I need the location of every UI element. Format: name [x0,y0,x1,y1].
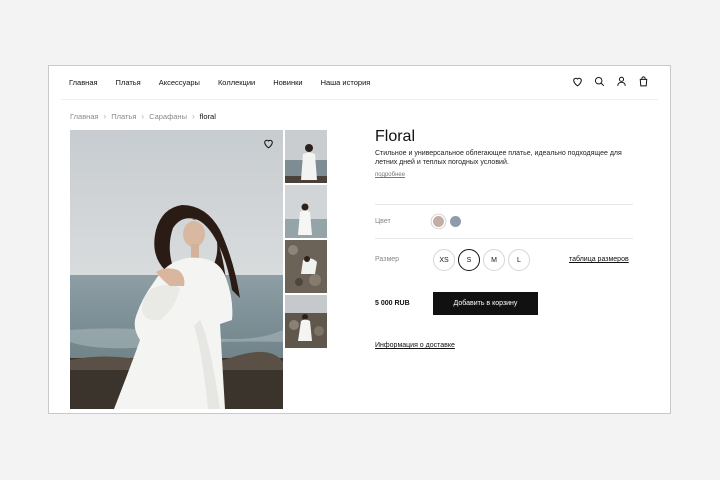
user-icon[interactable] [615,75,628,88]
size-table-link[interactable]: таблица размеров [569,256,629,263]
breadcrumb-item-dresses[interactable]: Платья [111,112,136,121]
size-label: Размер [375,256,400,263]
size-option-l[interactable]: L [508,249,530,271]
heart-icon[interactable] [571,75,584,88]
add-to-cart-button[interactable]: Добавить в корзину [433,292,538,315]
breadcrumb-item-home[interactable]: Главная [70,112,99,121]
header-divider [61,99,658,100]
size-option-xs[interactable]: XS [433,249,455,271]
divider [375,238,633,239]
thumbnail-3[interactable] [285,240,327,293]
nav-item-dresses[interactable]: Платья [116,78,141,88]
color-swatch-beige[interactable] [433,216,444,227]
breadcrumb-current: floral [199,112,216,121]
thumbnail-1[interactable] [285,130,327,183]
size-option-s[interactable]: S [458,249,480,271]
nav-item-home[interactable]: Главная [69,78,98,88]
header-actions [571,75,650,88]
chevron-right-icon: › [191,112,195,121]
favorite-heart-icon[interactable] [262,137,275,150]
nav-item-collections[interactable]: Коллекции [218,78,255,88]
nav-item-accessories[interactable]: Аксессуары [159,78,200,88]
color-label: Цвет [375,218,391,225]
product-description: Стильное и универсальное облегающее плат… [375,150,622,166]
nav-item-our-story[interactable]: Наша история [321,78,371,88]
color-swatch-gray-blue[interactable] [450,216,461,227]
search-icon[interactable] [593,75,606,88]
delivery-info-link[interactable]: Информация о доставке [375,342,455,349]
product-main-image [70,130,283,409]
main-nav: Главная Платья Аксессуары Коллекции Нови… [69,78,388,88]
thumbnail-4[interactable] [285,295,327,348]
thumbnail-2[interactable] [285,185,327,238]
thumbnail-gallery [285,130,327,350]
divider [375,204,633,205]
product-price: 5 000 RUB [375,300,410,307]
product-title: Floral [375,128,416,145]
product-page: Главная Платья Аксессуары Коллекции Нови… [48,65,671,414]
breadcrumb: Главная › Платья › Сарафаны › floral [70,112,216,121]
size-option-m[interactable]: M [483,249,505,271]
chevron-right-icon: › [141,112,145,121]
more-link[interactable]: подробнее [375,172,405,178]
bag-icon[interactable] [637,75,650,88]
breadcrumb-item-sundresses[interactable]: Сарафаны [149,112,187,121]
chevron-right-icon: › [103,112,107,121]
nav-item-new[interactable]: Новинки [273,78,302,88]
